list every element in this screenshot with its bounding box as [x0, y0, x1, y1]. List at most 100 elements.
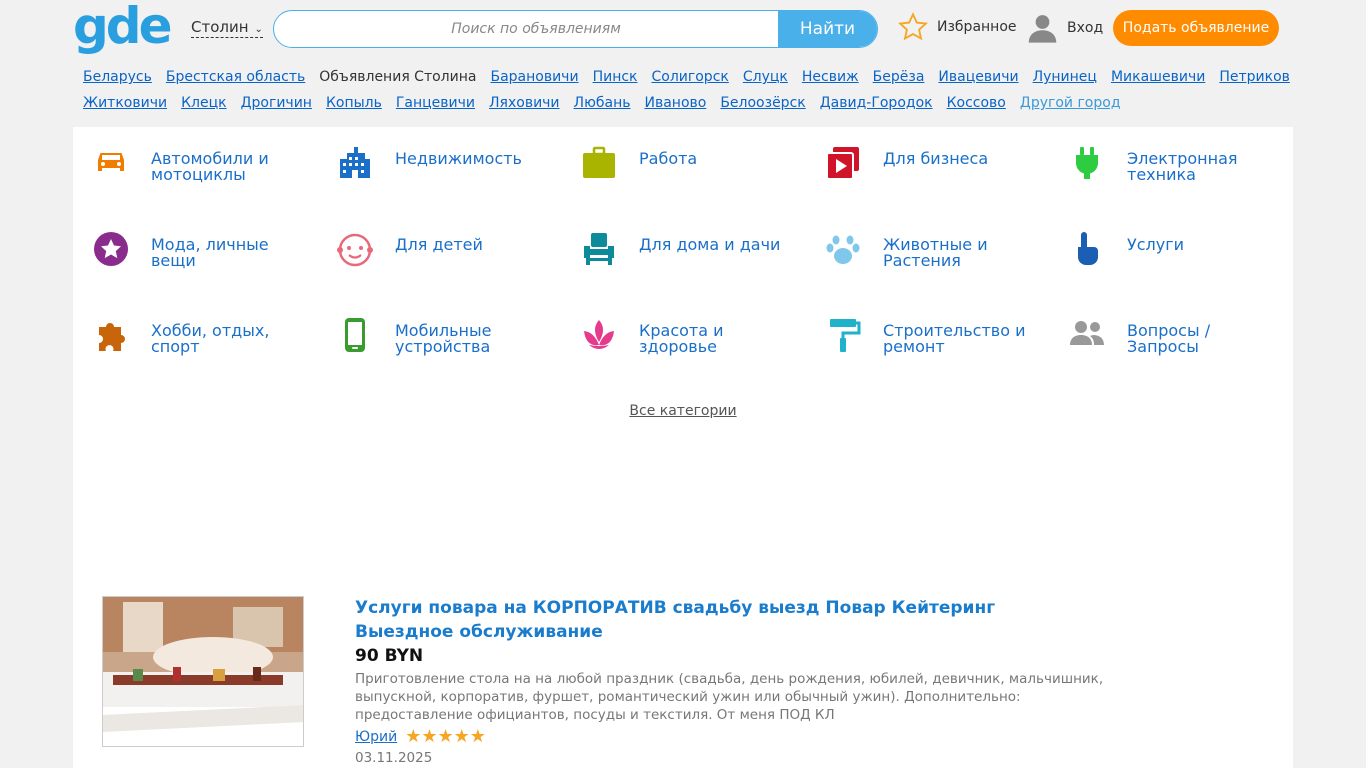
category-label: Работа: [639, 149, 698, 168]
city-link[interactable]: Микашевичи: [1111, 69, 1205, 85]
city-link[interactable]: Ганцевичи: [396, 95, 475, 111]
favorites-link[interactable]: Избранное: [897, 11, 1017, 43]
city-link[interactable]: Берёза: [873, 69, 925, 85]
other-city-link[interactable]: Другой город: [1020, 95, 1121, 111]
category-label: Для бизнеса: [883, 149, 989, 168]
chevron-down-icon: ⌄: [254, 24, 263, 35]
city-link[interactable]: Житковичи: [83, 95, 167, 111]
category-label: Электронная техника: [1127, 149, 1238, 184]
search-bar: Найти: [273, 10, 878, 48]
listing-price: 90 BYN: [355, 646, 424, 666]
category-label: Вопросы / Запросы: [1127, 321, 1211, 356]
category-label: Хобби, отдых, спорт: [151, 321, 270, 356]
category-label: Красота и здоровье: [639, 321, 724, 356]
category-item[interactable]: Услуги: [1049, 213, 1279, 273]
listing-title[interactable]: Услуги повара на КОРПОРАТИВ свадьбу выез…: [355, 596, 1075, 644]
city-selector[interactable]: Столин ⌄: [191, 18, 263, 38]
star-outline-icon: [898, 12, 928, 41]
city-link[interactable]: Белоозёрск: [720, 95, 805, 111]
building-icon: [340, 147, 370, 178]
briefcase-icon: [583, 146, 615, 178]
city-link[interactable]: Беларусь: [83, 69, 152, 85]
city-link[interactable]: Ляховичи: [489, 95, 560, 111]
city-link[interactable]: Коссово: [947, 95, 1006, 111]
city-link[interactable]: Ивацевичи: [938, 69, 1018, 85]
star-icon: ★: [469, 726, 486, 747]
city-links-row: Житковичи Клецк Дрогичин Копыль Ганцевичи Лях…: [83, 90, 1283, 116]
search-input[interactable]: [274, 11, 778, 47]
city-link[interactable]: Барановичи: [490, 69, 578, 85]
category-item[interactable]: Электронная техника: [1049, 127, 1279, 187]
plug-icon: [1076, 147, 1098, 179]
baby-face-icon: [337, 233, 373, 267]
category-item[interactable]: Мода, личные вещи: [73, 213, 303, 273]
star-icon: ★: [405, 726, 422, 747]
category-item[interactable]: Автомобили и мотоциклы: [73, 127, 303, 187]
category-label: Строительство и ремонт: [883, 321, 1026, 356]
category-item[interactable]: Вопросы / Запросы: [1049, 299, 1279, 359]
category-item[interactable]: Строительство и ремонт: [805, 299, 1035, 359]
star-badge-icon: [94, 232, 128, 266]
city-link[interactable]: Давид-Городок: [820, 95, 933, 111]
city-link[interactable]: Копыль: [326, 95, 382, 111]
category-label: Услуги: [1127, 235, 1185, 254]
city-link[interactable]: Несвиж: [802, 69, 859, 85]
listing-date: 03.11.2025: [355, 750, 433, 766]
category-label: Недвижимость: [395, 149, 522, 168]
city-link[interactable]: Пинск: [593, 69, 638, 85]
category-label: Для детей: [395, 235, 483, 254]
city-links-row: Беларусь Брестская область Объявления Стол…: [83, 64, 1290, 90]
category-item[interactable]: Недвижимость: [317, 127, 547, 187]
svg-text:gde: gde: [73, 3, 171, 55]
current-city-label: Объявления Столина: [319, 69, 477, 85]
rating-stars: ★★★★★: [405, 728, 486, 746]
puzzle-icon: [99, 323, 125, 351]
categories-panel: Автомобили и мотоциклы Недвижимость Работа…: [73, 127, 1293, 768]
city-link[interactable]: Петриков: [1219, 69, 1290, 85]
category-item[interactable]: Хобби, отдых, спорт: [73, 299, 303, 359]
listing-photo: [103, 597, 303, 746]
login-link[interactable]: Вход: [1026, 11, 1103, 44]
city-link[interactable]: Любань: [574, 95, 631, 111]
category-item[interactable]: Животные и Растения: [805, 213, 1035, 273]
city-link[interactable]: Лунинец: [1033, 69, 1097, 85]
city-link[interactable]: Иваново: [644, 95, 706, 111]
category-label: Мобильные устройства: [395, 321, 492, 356]
category-label: Для дома и дачи: [639, 235, 781, 254]
city-selector-label: Столин: [191, 18, 249, 36]
star-icon: ★: [453, 726, 470, 747]
gde-logo[interactable]: gde: [73, 3, 171, 55]
listing-seller: Юрий ★★★★★: [355, 728, 486, 746]
mobile-icon: [345, 318, 365, 352]
category-label: Животные и Растения: [883, 235, 988, 270]
city-link[interactable]: Брестская область: [166, 69, 305, 85]
category-label: Мода, личные вещи: [151, 235, 269, 270]
city-links: Беларусь Брестская область Объявления Стол…: [83, 64, 1290, 116]
city-link[interactable]: Дрогичин: [241, 95, 312, 111]
listing-thumbnail[interactable]: [102, 596, 304, 747]
all-categories-link[interactable]: Все категории: [629, 403, 736, 419]
star-icon: ★: [437, 726, 454, 747]
seller-link[interactable]: Юрий: [355, 729, 397, 745]
hand-pointer-icon: [1078, 232, 1098, 265]
post-ad-button[interactable]: Подать объявление: [1113, 10, 1279, 46]
listing-description: Приготовление стола на на любой праздник…: [355, 671, 1104, 723]
city-link[interactable]: Слуцк: [743, 69, 788, 85]
armchair-icon: [584, 233, 614, 265]
paw-icon: [826, 235, 860, 264]
category-item[interactable]: Для детей: [317, 213, 547, 273]
lotus-icon: [584, 320, 614, 349]
category-item[interactable]: Для бизнеса: [805, 127, 1035, 187]
search-button[interactable]: Найти: [778, 11, 877, 47]
user-icon: [1028, 15, 1057, 43]
car-icon: [98, 153, 124, 171]
city-link[interactable]: Клецк: [181, 95, 227, 111]
category-item[interactable]: Мобильные устройства: [317, 299, 547, 359]
favorites-label: Избранное: [937, 19, 1017, 35]
category-item[interactable]: Для дома и дачи: [561, 213, 791, 273]
star-icon: ★: [421, 726, 438, 747]
paint-roller-icon: [830, 319, 861, 352]
category-item[interactable]: Красота и здоровье: [561, 299, 791, 359]
category-item[interactable]: Работа: [561, 127, 791, 187]
city-link[interactable]: Солигорск: [652, 69, 729, 85]
